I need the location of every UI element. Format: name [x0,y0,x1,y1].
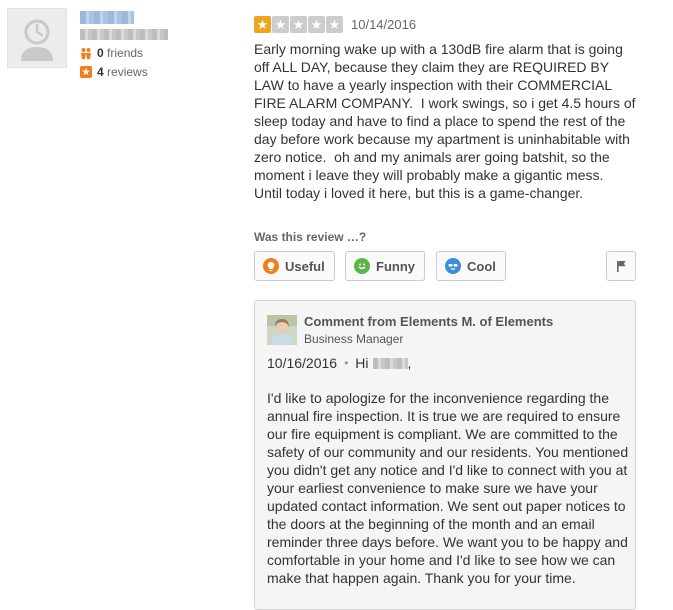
cool-label: Cool [467,258,496,274]
review-content: ★ ★ ★ ★ ★ 10/14/2016 Early morning wake … [254,15,638,202]
reviews-count: 4 [97,65,104,79]
sunglasses-icon [445,258,461,274]
recipient-name-redacted [372,357,408,369]
greeting-comma: , [407,355,412,371]
rating-star-icon: ★ [254,15,271,33]
user-avatar[interactable] [7,8,67,68]
user-location-redacted [80,29,168,40]
rating-star-icon: ★ [326,15,343,33]
funny-label: Funny [376,258,415,274]
rating-row: ★ ★ ★ ★ ★ 10/14/2016 [254,15,638,33]
flag-button[interactable] [606,251,636,281]
business-role: Business Manager [304,332,404,346]
friends-stat: 0 friends [80,46,143,60]
comment-text: I'd like to apologize for the inconvenie… [267,390,632,586]
comment-author[interactable]: Comment from Elements M. of Elements [304,314,553,329]
review-feedback-question: Was this review …? [254,230,367,244]
friends-label: friends [107,46,144,60]
comment-meta: 10/16/2016 • Hi , [267,355,411,371]
friends-icon [81,48,91,59]
reviews-stat: 4 reviews [80,65,148,79]
rating-star-icon: ★ [272,15,289,33]
review-star-icon [80,66,92,78]
flag-icon [617,261,626,272]
separator-dot: • [344,356,349,370]
reviews-label: reviews [107,65,148,79]
useful-button[interactable]: Useful [254,251,335,281]
useful-label: Useful [285,258,325,274]
business-comment: Comment from Elements M. of Elements Bus… [254,300,636,610]
rating-star-icon: ★ [308,15,325,33]
review-date: 10/14/2016 [351,16,417,32]
user-name-redacted[interactable] [80,11,134,24]
smiley-icon [354,258,370,274]
default-avatar-icon [21,19,53,61]
rating-star-icon: ★ [290,15,307,33]
friends-count: 0 [97,46,104,60]
comment-date: 10/16/2016 [267,355,338,371]
comment-greeting: Hi [355,355,369,371]
business-owner-photo[interactable] [267,315,297,345]
cool-button[interactable]: Cool [436,251,506,281]
funny-button[interactable]: Funny [345,251,425,281]
lightbulb-icon [263,258,279,274]
review-text: Early morning wake up with a 130dB fire … [254,41,640,201]
